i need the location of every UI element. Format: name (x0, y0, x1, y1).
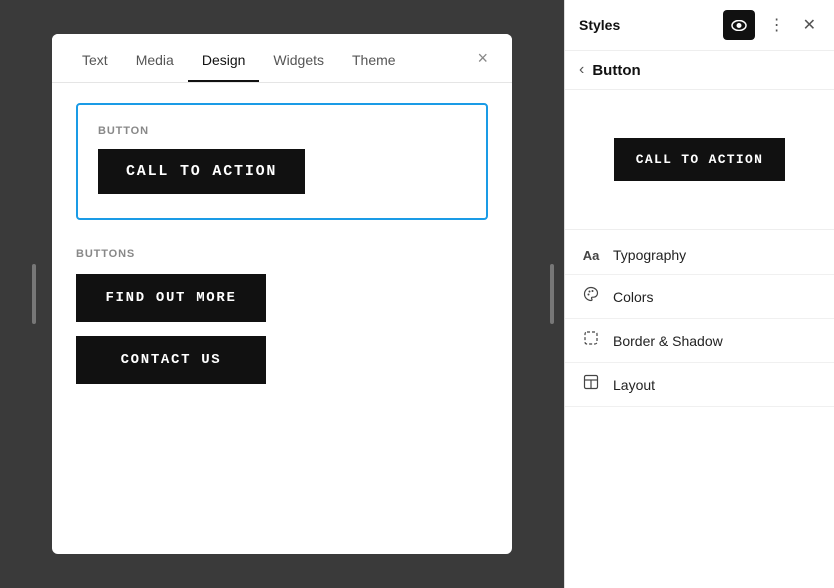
layout-option[interactable]: Layout (565, 363, 834, 407)
preview-box: CALL TO ACTION (565, 90, 834, 230)
tab-text[interactable]: Text (68, 34, 122, 82)
tab-widgets[interactable]: Widgets (259, 34, 338, 82)
call-to-action-button[interactable]: CALL TO ACTION (98, 149, 305, 194)
styles-panel: Styles ⋮ ✕ ‹ Button CALL TO ACTION Aa Ty… (564, 0, 834, 588)
tab-design[interactable]: Design (188, 34, 260, 82)
header-icons: ⋮ ✕ (723, 10, 820, 40)
close-button[interactable]: × (469, 44, 496, 73)
typography-icon: Aa (581, 248, 601, 263)
buttons-section: BUTTONS FIND OUT MORE CONTACT US (76, 248, 488, 384)
more-options-button[interactable]: ⋮ (765, 13, 789, 37)
button-heading-label: Button (592, 62, 640, 79)
tab-media[interactable]: Media (122, 34, 188, 82)
style-options: Aa Typography Colors Border & Sha (565, 230, 834, 413)
border-shadow-icon (581, 330, 601, 351)
eye-button[interactable] (723, 10, 755, 40)
colors-icon (581, 286, 601, 307)
buttons-section-label: BUTTONS (76, 248, 488, 260)
right-scrollbar[interactable] (550, 0, 554, 588)
typography-label: Typography (613, 247, 686, 263)
button-section-label: BUTTON (98, 125, 466, 137)
border-shadow-label: Border & Shadow (613, 333, 723, 349)
find-out-more-button[interactable]: FIND OUT MORE (76, 274, 266, 322)
styles-title: Styles (579, 17, 620, 33)
button-selected-section: BUTTON CALL TO ACTION (76, 103, 488, 220)
left-panel: Text Media Design Widgets Theme × BUTTON… (0, 0, 564, 588)
preview-cta-button[interactable]: CALL TO ACTION (614, 138, 785, 181)
tab-theme[interactable]: Theme (338, 34, 410, 82)
editor-card: Text Media Design Widgets Theme × BUTTON… (52, 34, 512, 554)
colors-option[interactable]: Colors (565, 275, 834, 319)
colors-label: Colors (613, 289, 653, 305)
layout-label: Layout (613, 377, 655, 393)
buttons-list: FIND OUT MORE CONTACT US (76, 274, 488, 384)
eye-icon (731, 20, 747, 31)
editor-content: BUTTON CALL TO ACTION BUTTONS FIND OUT M… (52, 83, 512, 408)
contact-us-button[interactable]: CONTACT US (76, 336, 266, 384)
back-arrow-icon[interactable]: ‹ (579, 61, 584, 79)
close-styles-button[interactable]: ✕ (799, 13, 820, 37)
border-shadow-option[interactable]: Border & Shadow (565, 319, 834, 363)
left-scrollbar[interactable] (32, 0, 36, 588)
layout-icon (581, 374, 601, 395)
styles-header: Styles ⋮ ✕ (565, 0, 834, 51)
tabs-bar: Text Media Design Widgets Theme × (52, 34, 512, 83)
button-back-heading: ‹ Button (565, 51, 834, 90)
typography-option[interactable]: Aa Typography (565, 236, 834, 275)
